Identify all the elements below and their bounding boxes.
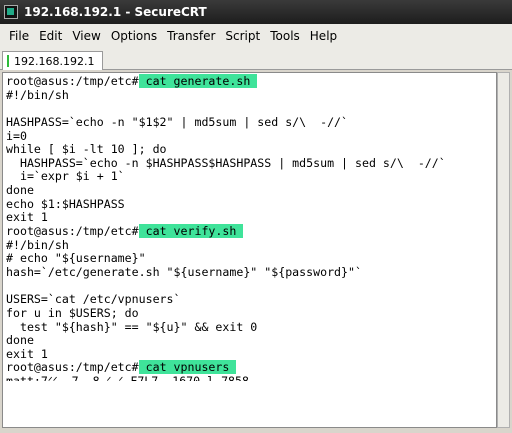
terminal-line: done bbox=[6, 183, 496, 198]
securecrt-app-icon[interactable] bbox=[4, 5, 18, 19]
session-tab-label: 192.168.192.1 bbox=[14, 54, 95, 68]
shell-prompt: root@asus:/tmp/etc# bbox=[6, 224, 139, 239]
output-text: hash=`/etc/generate.sh "${username}" "${… bbox=[6, 264, 362, 279]
menu-file[interactable]: File bbox=[4, 27, 34, 45]
title-bar[interactable]: 192.168.192.1 - SecureCRT bbox=[0, 0, 512, 24]
output-text: HASHPASS=`echo -n $HASHPASS$HASHPASS | m… bbox=[6, 155, 446, 170]
terminal-line: root@asus:/tmp/etc# cat vpnusers bbox=[6, 360, 496, 375]
terminal-line: exit 1 bbox=[6, 346, 496, 362]
output-text: echo $1:$HASHPASS bbox=[6, 196, 125, 211]
output-text: while [ $i -lt 10 ]; do bbox=[6, 142, 167, 157]
output-text: test "${hash}" == "${u}" && exit 0 bbox=[6, 319, 258, 334]
highlighted-command: cat vpnusers bbox=[138, 360, 237, 375]
menu-bar: File Edit View Options Transfer Script Tools He… bbox=[0, 24, 512, 48]
connected-status-icon bbox=[7, 55, 9, 67]
securecrt-window: 192.168.192.1 - SecureCRT File Edit View Op… bbox=[0, 0, 512, 433]
terminal-line: root@asus:/tmp/etc# cat generate.sh bbox=[6, 74, 496, 89]
window-title: 192.168.192.1 - SecureCRT bbox=[24, 5, 207, 19]
terminal-scrollbar[interactable] bbox=[497, 72, 510, 428]
terminal-line: echo $1:$HASHPASS bbox=[6, 196, 496, 212]
output-text: for u in $USERS; do bbox=[6, 305, 139, 320]
menu-options[interactable]: Options bbox=[106, 27, 162, 45]
output-text: done bbox=[6, 333, 34, 348]
highlighted-command: cat generate.sh bbox=[138, 74, 258, 88]
output-text: i=0 bbox=[6, 128, 27, 143]
menu-transfer[interactable]: Transfer bbox=[162, 27, 220, 45]
menu-script[interactable]: Script bbox=[220, 27, 265, 45]
terminal-line: HASHPASS=`echo -n $HASHPASS$HASHPASS | m… bbox=[6, 155, 496, 171]
menu-edit[interactable]: Edit bbox=[34, 27, 67, 45]
terminal-line: hash=`/etc/generate.sh "${username}" "${… bbox=[6, 264, 496, 280]
terminal-line: i=`expr $i + 1` bbox=[6, 170, 496, 184]
terminal-line: for u in $USERS; do bbox=[6, 305, 496, 321]
terminal-line: #!/bin/sh bbox=[6, 87, 496, 103]
output-text: # echo "${username}" bbox=[6, 251, 146, 266]
terminal-line: #!/bin/sh bbox=[6, 237, 496, 253]
terminal-line: HASHPASS=`echo -n "$1$2" | md5sum | sed … bbox=[6, 114, 496, 130]
session-tab[interactable]: 192.168.192.1 bbox=[2, 51, 104, 70]
terminal-line: root@asus:/tmp/etc# cat verify.sh bbox=[6, 224, 496, 239]
terminal-line: # echo "${username}" bbox=[6, 252, 496, 266]
terminal-output[interactable]: root@asus:/tmp/etc# cat generate.sh #!/b… bbox=[2, 72, 497, 428]
output-text: exit 1 bbox=[6, 210, 48, 225]
terminal-line: matt:7ᐟᐟ 7 8 ᐟ ᐟ F7L7 1670 l 7858 bbox=[6, 375, 496, 389]
output-text: matt:7ᐟᐟ 7 8 ᐟ ᐟ F7L7 1670 l 7858 bbox=[6, 375, 249, 381]
shell-prompt: root@asus:/tmp/etc# bbox=[6, 74, 139, 88]
output-text: done bbox=[6, 183, 34, 198]
output-text: i=`expr $i + 1` bbox=[6, 169, 125, 184]
output-text: #!/bin/sh bbox=[6, 87, 69, 102]
terminal-line: USERS=`cat /etc/vpnusers` bbox=[6, 292, 496, 307]
terminal-line: i=0 bbox=[6, 128, 496, 144]
terminal-line: while [ $i -lt 10 ]; do bbox=[6, 142, 496, 157]
shell-prompt: root@asus:/tmp/etc# bbox=[6, 360, 139, 375]
terminal-line: done bbox=[6, 333, 496, 348]
terminal-line: test "${hash}" == "${u}" && exit 0 bbox=[6, 319, 496, 335]
terminal-line: exit 1 bbox=[6, 211, 496, 225]
output-text: USERS=`cat /etc/vpnusers` bbox=[6, 292, 181, 307]
session-tab-bar: 192.168.192.1 bbox=[0, 48, 512, 70]
output-text: #!/bin/sh bbox=[6, 237, 69, 252]
menu-help[interactable]: Help bbox=[305, 27, 342, 45]
menu-view[interactable]: View bbox=[67, 27, 105, 45]
menu-tools[interactable]: Tools bbox=[265, 27, 305, 45]
output-text: HASHPASS=`echo -n "$1$2" | md5sum | sed … bbox=[6, 114, 349, 129]
output-text: exit 1 bbox=[6, 346, 48, 361]
highlighted-command: cat verify.sh bbox=[138, 224, 244, 239]
